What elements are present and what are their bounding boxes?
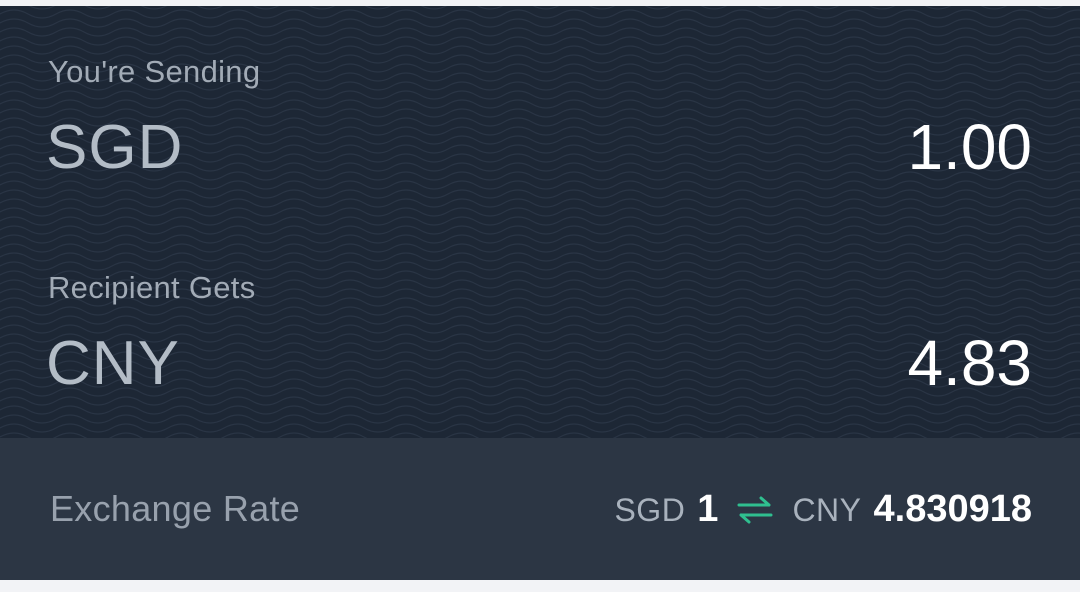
exchange-rate-bar: Exchange Rate SGD 1 CNY 4.830918 xyxy=(0,438,1080,580)
sending-currency-selector[interactable]: SGD xyxy=(46,112,183,183)
rate-from-amount: 1 xyxy=(697,488,719,530)
sending-section: You're Sending SGD xyxy=(0,54,1080,214)
recipient-amount-input[interactable] xyxy=(632,326,1032,400)
exchange-rate-label: Exchange Rate xyxy=(50,488,301,529)
recipient-label: Recipient Gets xyxy=(48,270,256,305)
recipient-currency-selector[interactable]: CNY xyxy=(46,328,180,399)
transfer-card: You're Sending SGD Recipient Gets CNY Ex… xyxy=(0,6,1080,580)
rate-from-currency: SGD xyxy=(614,492,686,528)
swap-arrows-icon xyxy=(737,496,773,523)
rate-to-amount: 4.830918 xyxy=(873,488,1033,530)
receiving-section: Recipient Gets CNY xyxy=(0,270,1080,430)
exchange-rate-value: SGD 1 CNY 4.830918 xyxy=(614,488,1032,531)
sending-amount-input[interactable] xyxy=(632,110,1032,184)
sending-label: You're Sending xyxy=(48,54,261,89)
rate-to-currency: CNY xyxy=(792,492,862,528)
